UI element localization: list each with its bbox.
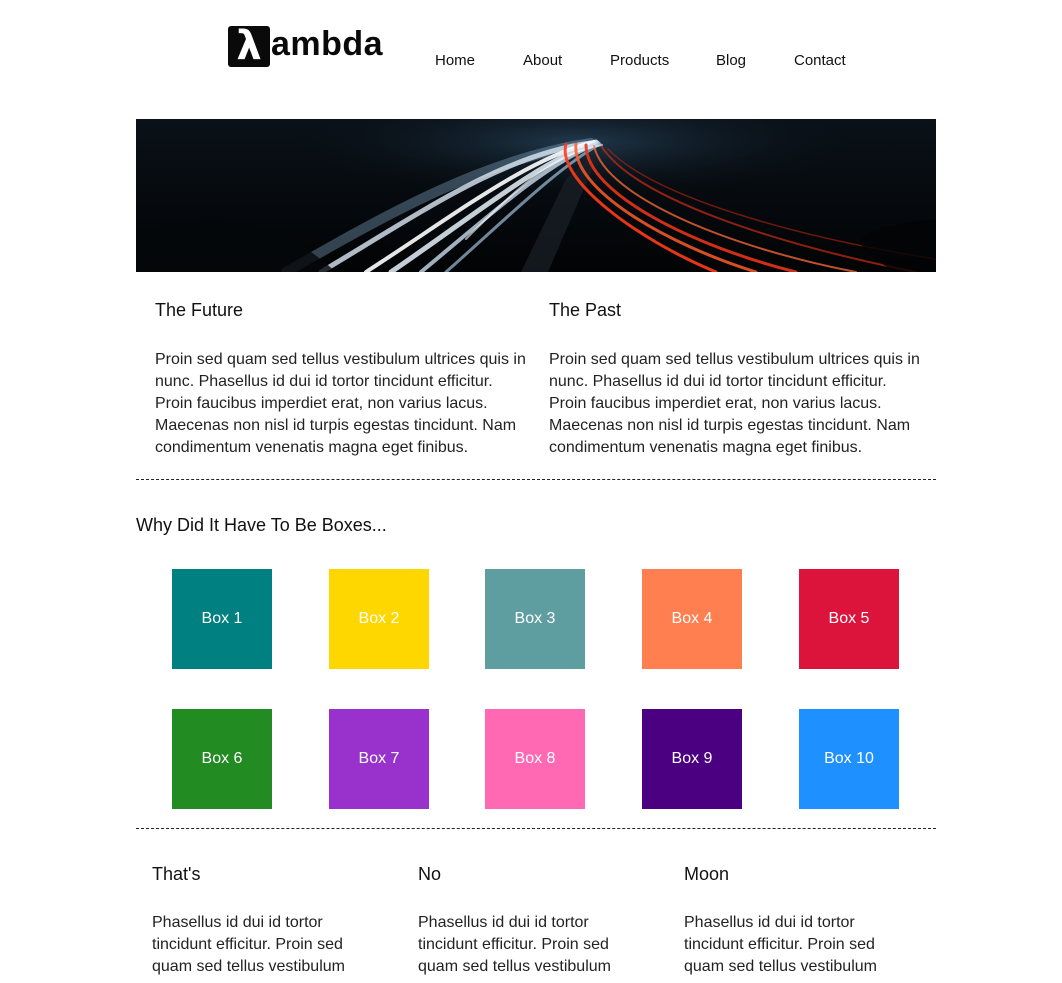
box-label: Box 9 <box>671 750 713 767</box>
box-9: Box 9 <box>642 709 742 809</box>
box-8: Box 8 <box>485 709 585 809</box>
future-text: Proin sed quam sed tellus vestibulum ult… <box>155 351 526 456</box>
nav-products-link[interactable]: Products <box>610 52 669 70</box>
section-divider <box>136 479 936 480</box>
thats-title: That's <box>152 864 201 884</box>
nav-home-link[interactable]: Home <box>435 52 475 70</box>
no-title: No <box>418 864 442 884</box>
box-label: Box 8 <box>514 750 556 767</box>
past-text: Proin sed quam sed tellus vestibulum ult… <box>549 351 920 456</box>
box-label: Box 10 <box>824 750 874 767</box>
box-label: Box 3 <box>514 610 556 627</box>
box-label: Box 5 <box>828 610 870 627</box>
box-10: Box 10 <box>799 709 899 809</box>
nav-contact-link[interactable]: Contact <box>794 52 846 70</box>
future-title: The Future <box>155 300 244 320</box>
main-nav: Home About Products Blog Contact <box>0 52 1062 72</box>
box-7: Box 7 <box>329 709 429 809</box>
hero-image <box>136 119 936 272</box>
box-1: Box 1 <box>172 569 272 669</box>
nav-about-link[interactable]: About <box>523 52 562 70</box>
box-2: Box 2 <box>329 569 429 669</box>
box-label: Box 2 <box>358 610 400 627</box>
box-label: Box 7 <box>358 750 400 767</box>
no-text: Phasellus id dui id tortor tincidunt eff… <box>418 914 611 975</box>
section-divider <box>136 828 936 829</box>
nav-blog-link[interactable]: Blog <box>716 52 746 70</box>
box-5: Box 5 <box>799 569 899 669</box>
box-label: Box 6 <box>201 750 243 767</box>
moon-text: Phasellus id dui id tortor tincidunt eff… <box>684 914 877 975</box>
box-4: Box 4 <box>642 569 742 669</box>
thats-text: Phasellus id dui id tortor tincidunt eff… <box>152 914 345 975</box>
site-header: λ ambda Home About Products Blog Contact <box>0 0 1062 119</box>
light-trails-picture <box>136 119 936 272</box>
box-label: Box 4 <box>671 610 713 627</box>
box-3: Box 3 <box>485 569 585 669</box>
box-6: Box 6 <box>172 709 272 809</box>
boxes-section-title: Why Did It Have To Be Boxes... <box>136 515 387 535</box>
past-title: The Past <box>549 300 622 320</box>
moon-title: Moon <box>684 864 730 884</box>
box-label: Box 1 <box>201 610 243 627</box>
